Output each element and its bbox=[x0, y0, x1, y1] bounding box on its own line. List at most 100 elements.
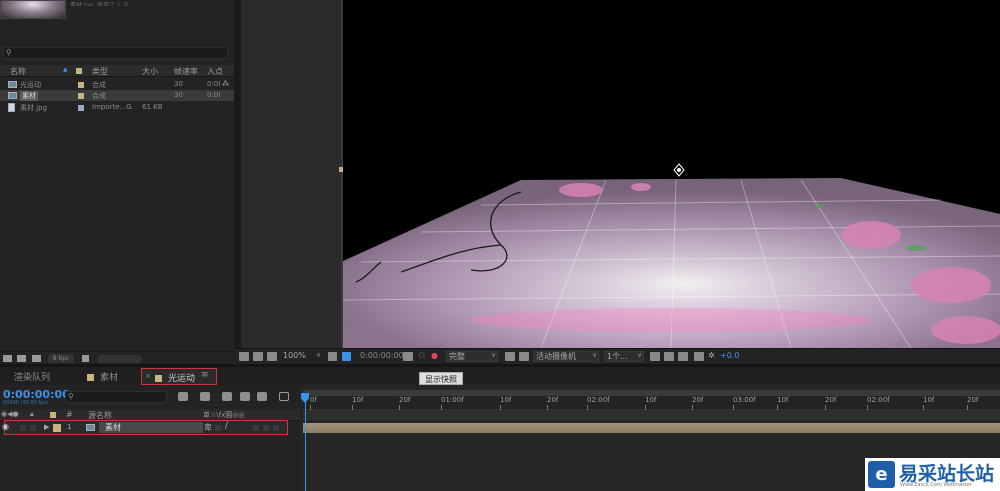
viewer-toolbar: 100% ∨ 0:00:00:00 ⚇ ● 完整 ∨ 活动摄像机 ∨ 1个...… bbox=[234, 348, 1000, 364]
camera-select[interactable]: 活动摄像机 bbox=[533, 351, 599, 362]
solo-toggle[interactable] bbox=[19, 424, 27, 432]
project-scrollbar[interactable] bbox=[97, 355, 142, 363]
project-item[interactable]: 光运动 合成 30 0:0( ⁂ bbox=[0, 79, 234, 90]
3d-layer-switch[interactable] bbox=[272, 424, 280, 432]
exposure-icon[interactable]: ✲ bbox=[708, 351, 715, 360]
visibility-column-icon[interactable]: ◉◀● bbox=[1, 410, 19, 418]
expand-arrow-icon[interactable]: ▶ bbox=[44, 423, 49, 431]
label-swatch[interactable] bbox=[78, 82, 84, 88]
column-in[interactable]: 入点 bbox=[207, 66, 223, 77]
project-thumbnail bbox=[0, 0, 66, 19]
always-preview-icon[interactable] bbox=[239, 352, 249, 361]
project-column-header: 名称 ▲ 类型 大小 帧速率 入点 bbox=[0, 65, 234, 77]
viewer-edge bbox=[341, 0, 343, 348]
column-fps[interactable]: 帧速率 bbox=[174, 66, 198, 77]
label-column-icon[interactable] bbox=[50, 412, 56, 418]
close-icon[interactable]: × bbox=[145, 372, 151, 380]
graph-editor-icon[interactable] bbox=[279, 392, 289, 401]
collapse-switch[interactable] bbox=[214, 424, 222, 432]
panel-divider[interactable] bbox=[234, 0, 241, 365]
color-channel-icon[interactable]: ● bbox=[431, 351, 438, 360]
search-icon: ⚲ bbox=[68, 392, 74, 401]
composition-icon bbox=[8, 81, 17, 88]
label-swatch[interactable] bbox=[78, 105, 84, 111]
chevron-down-icon[interactable]: ∨ bbox=[316, 351, 321, 359]
project-panel: 素材.jpg, 使用了 1 次 ⚲ 名称 ▲ 类型 大小 帧速率 入点 光运动 … bbox=[0, 0, 234, 365]
snapshot-camera-icon[interactable] bbox=[403, 352, 413, 361]
time-ruler[interactable]: 0f 10f 20f 01:00f 10f 20f 02:00f 10f 20f… bbox=[303, 396, 1000, 410]
shy-layers-icon[interactable] bbox=[222, 392, 232, 401]
layer-name[interactable]: 素材 bbox=[99, 422, 203, 433]
label-swatch[interactable] bbox=[78, 93, 84, 99]
zoom-select[interactable]: 100% bbox=[283, 351, 306, 360]
tooltip: 显示快照 bbox=[419, 372, 463, 385]
adjustment-switch[interactable] bbox=[262, 424, 270, 432]
mask-visibility-icon[interactable] bbox=[267, 352, 277, 361]
safe-margins-icon[interactable] bbox=[328, 352, 337, 361]
project-footer: 8 bpc bbox=[0, 351, 234, 365]
3d-floor-layer bbox=[341, 163, 1000, 348]
timeline-link-icon[interactable] bbox=[678, 352, 688, 361]
column-size[interactable]: 大小 bbox=[142, 66, 158, 77]
lock-column-icon[interactable]: 🔒︎ bbox=[30, 410, 34, 419]
search-icon: ⚲ bbox=[6, 48, 12, 57]
trash-icon[interactable] bbox=[82, 355, 89, 362]
region-of-interest-icon[interactable] bbox=[342, 352, 351, 361]
flowchart-icon[interactable]: ⁂ bbox=[222, 80, 229, 88]
eye-icon[interactable]: ◉ bbox=[2, 422, 9, 431]
tab-comp-active[interactable]: × 光运动 ≡ bbox=[141, 368, 217, 385]
new-folder-icon[interactable] bbox=[17, 355, 26, 362]
column-type[interactable]: 类型 bbox=[92, 66, 108, 77]
timeline-search-input[interactable]: ⚲ bbox=[65, 391, 167, 403]
switches-column[interactable]: 单☆\fx圓◎◎ bbox=[203, 410, 244, 420]
site-watermark: e 易采站长站 Www.Easck.Com Webmaster bbox=[865, 458, 1000, 491]
chevron-down-icon[interactable]: ∨ bbox=[491, 351, 496, 359]
bit-depth-button[interactable]: 8 bpc bbox=[48, 354, 74, 363]
column-index[interactable]: # bbox=[66, 410, 73, 419]
quality-switch-icon[interactable]: / bbox=[225, 421, 228, 431]
label-column-icon[interactable] bbox=[76, 68, 82, 74]
lock-toggle[interactable] bbox=[29, 424, 37, 432]
new-composition-icon[interactable] bbox=[32, 355, 41, 362]
chevron-down-icon[interactable]: ∨ bbox=[637, 351, 642, 359]
project-search-input[interactable]: ⚲ bbox=[3, 47, 228, 59]
playhead-line bbox=[305, 393, 306, 491]
chevron-down-icon[interactable]: ∨ bbox=[592, 351, 597, 359]
column-name[interactable]: 名称 bbox=[10, 66, 26, 77]
interpret-footage-icon[interactable] bbox=[3, 355, 12, 362]
comp-track bbox=[303, 410, 1000, 420]
frame-count: 00000 (30.00 fps) bbox=[3, 400, 48, 406]
show-snapshot-icon[interactable]: ⚇ bbox=[418, 351, 425, 360]
project-item[interactable]: 素材.jpg Importe...G 61 KB bbox=[0, 102, 234, 113]
comp-mini-flowchart-icon[interactable] bbox=[178, 392, 188, 401]
composition-viewer bbox=[241, 0, 1000, 348]
toggle-pixel-aspect-icon[interactable] bbox=[650, 352, 660, 361]
label-swatch[interactable] bbox=[53, 424, 61, 432]
composition-canvas[interactable] bbox=[341, 0, 1000, 348]
fx-switch[interactable] bbox=[252, 424, 260, 432]
monitor-icon[interactable] bbox=[253, 352, 263, 361]
label-swatch bbox=[87, 374, 94, 381]
3d-view-icon[interactable] bbox=[664, 352, 674, 361]
layer-duration-bar[interactable] bbox=[303, 423, 1000, 433]
tab-render-queue[interactable]: 渲染队列 bbox=[14, 370, 50, 383]
transparency-grid-icon[interactable] bbox=[505, 352, 515, 361]
layer-anchor-marker[interactable] bbox=[339, 167, 343, 172]
motion-blur-icon[interactable] bbox=[257, 392, 267, 401]
frame-blending-icon[interactable] bbox=[240, 392, 250, 401]
tab-comp-material[interactable]: 素材 bbox=[87, 370, 118, 383]
project-item-selected[interactable]: 素材 合成 30 0:0( bbox=[0, 90, 234, 101]
sort-arrow-icon[interactable]: ▲ bbox=[63, 66, 68, 73]
layer-row[interactable]: ◉ ▶ 1 素材 卑 / bbox=[2, 420, 288, 435]
image-file-icon bbox=[8, 103, 15, 112]
fast-previews-icon[interactable] bbox=[519, 352, 529, 361]
panel-menu-icon[interactable]: ≡ bbox=[201, 370, 209, 380]
label-swatch bbox=[155, 375, 162, 382]
shy-switch-icon[interactable]: 卑 bbox=[204, 422, 212, 433]
viewer-timecode[interactable]: 0:00:00:00 bbox=[360, 351, 404, 360]
flowchart-icon[interactable] bbox=[694, 352, 704, 361]
timeline-tabs: 渲染队列 素材 × 光运动 ≡ bbox=[0, 367, 1000, 385]
exposure-value[interactable]: +0.0 bbox=[720, 351, 739, 360]
draft-3d-icon[interactable] bbox=[200, 392, 210, 401]
watermark-logo: e bbox=[868, 461, 895, 488]
